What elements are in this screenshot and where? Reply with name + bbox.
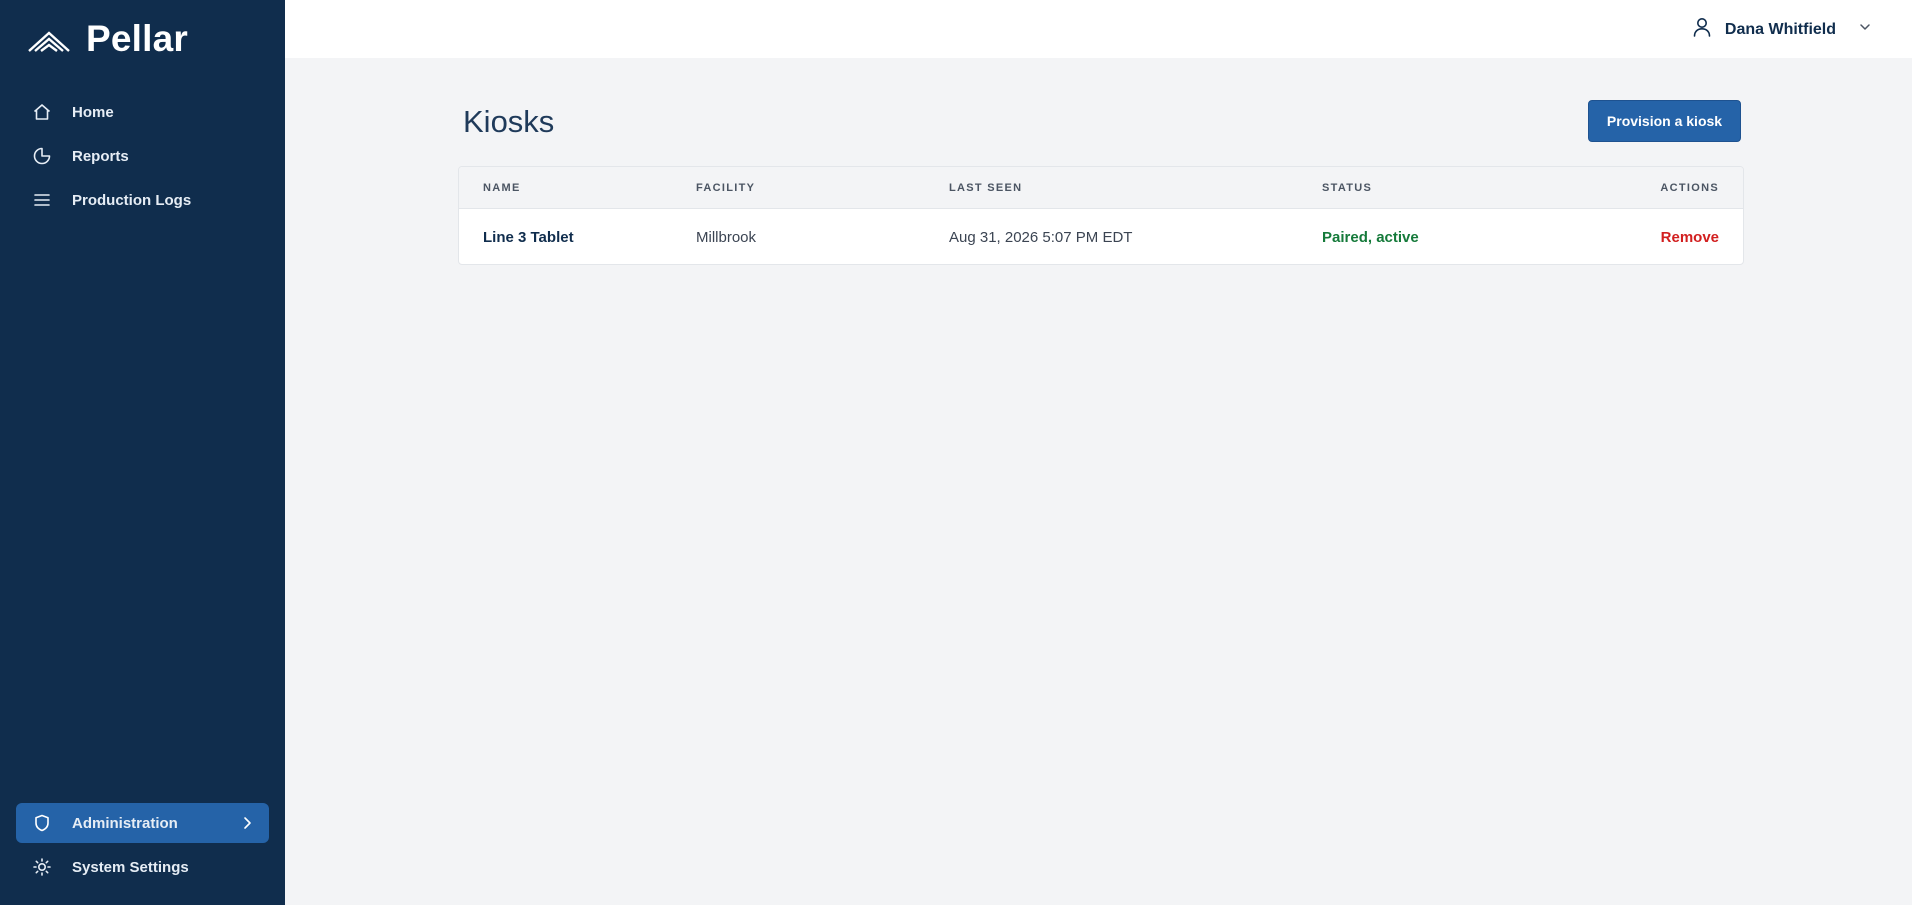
sidebar-item-home[interactable]: Home [16, 92, 269, 132]
user-icon [1691, 16, 1713, 43]
sun-icon [30, 855, 54, 879]
list-icon [30, 188, 54, 212]
home-icon [30, 100, 54, 124]
sidebar-bottom-nav: Administration System Settings [16, 803, 269, 891]
column-header-status: STATUS [1322, 182, 1373, 194]
sidebar-item-label: Home [72, 103, 114, 121]
sidebar-item-system-settings[interactable]: System Settings [16, 847, 269, 887]
sidebar: Pellar Home Reports Production Logs Admi… [0, 0, 285, 905]
column-header-name: NAME [483, 182, 521, 194]
brand[interactable]: Pellar [28, 18, 188, 60]
column-header-last-seen: LAST SEEN [949, 182, 1023, 194]
brand-name: Pellar [86, 18, 188, 59]
chevron-right-icon [239, 815, 255, 836]
sidebar-item-production-logs[interactable]: Production Logs [16, 180, 269, 220]
kiosk-last-seen: Aug 31, 2026 5:07 PM EDT [949, 229, 1133, 246]
page-title: Kiosks [463, 104, 555, 139]
pie-chart-icon [30, 144, 54, 168]
user-name: Dana Whitfield [1724, 20, 1836, 38]
pellar-logo-icon [28, 31, 70, 52]
top-bar: Dana Whitfield [285, 0, 1912, 58]
sidebar-item-label: Administration [72, 814, 178, 832]
sidebar-nav: Home Reports Production Logs [16, 92, 269, 224]
sidebar-item-label: System Settings [72, 858, 189, 876]
provision-kiosk-button[interactable]: Provision a kiosk [1588, 100, 1741, 142]
sidebar-item-reports[interactable]: Reports [16, 136, 269, 176]
sidebar-item-administration[interactable]: Administration [16, 803, 269, 843]
status-badge: Paired, active [1322, 229, 1419, 246]
shield-icon [30, 811, 54, 835]
column-header-actions: ACTIONS [1660, 182, 1719, 194]
chevron-down-icon [1858, 20, 1872, 39]
sidebar-item-label: Production Logs [72, 191, 192, 209]
table-row: Line 3 Tablet Millbrook Aug 31, 2026 5:0… [459, 209, 1743, 264]
kiosk-name: Line 3 Tablet [483, 229, 574, 246]
sidebar-item-label: Reports [72, 147, 129, 165]
column-header-facility: FACILITY [696, 182, 756, 194]
user-menu[interactable]: Dana Whitfield [1691, 16, 1872, 43]
kiosk-facility: Millbrook [696, 229, 757, 246]
table-header: NAME FACILITY LAST SEEN STATUS ACTIONS [459, 167, 1743, 209]
kiosks-table: NAME FACILITY LAST SEEN STATUS ACTIONS L… [458, 166, 1744, 265]
remove-button[interactable]: Remove [1661, 229, 1719, 246]
